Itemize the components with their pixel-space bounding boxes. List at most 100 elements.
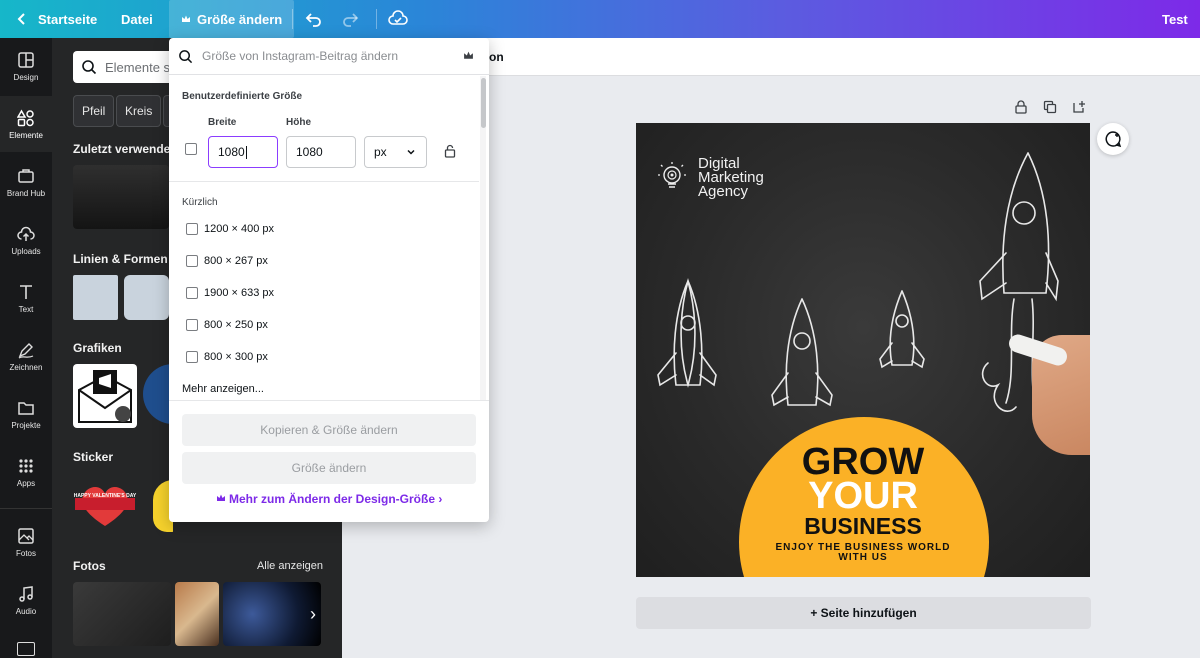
height-label: Höhe (286, 117, 311, 128)
rail-item-brand-hub[interactable]: Brand Hub (0, 154, 52, 210)
rail-item-apps[interactable]: Apps (0, 444, 52, 500)
tagline: ENJOY THE BUSINESS WORLD WITH US (775, 542, 951, 563)
headline-business: BUSINESS (804, 513, 922, 539)
separator (292, 9, 293, 29)
width-label: Breite (208, 117, 237, 128)
duplicate-icon (1043, 100, 1057, 114)
photo-team[interactable] (175, 582, 219, 646)
comment-plus-icon (1105, 131, 1122, 148)
graphic-envelope[interactable] (73, 364, 137, 428)
recent-size-item[interactable]: 800 × 300 px (186, 351, 268, 363)
resize-button[interactable]: Größe ändern (169, 0, 295, 38)
recent-size-item[interactable]: 1200 × 400 px (186, 223, 274, 235)
width-input[interactable]: 1080 (208, 136, 278, 168)
photos-show-all-link[interactable]: Alle anzeigen (257, 560, 323, 572)
valentine-sticker-icon (75, 487, 135, 526)
file-menu-button[interactable]: Datei (121, 0, 153, 38)
copy-and-resize-button[interactable]: Kopieren & Größe ändern (182, 414, 476, 446)
home-label: Startseite (38, 11, 98, 27)
left-rail: Design Elemente Brand Hub Uploads Text Z… (0, 38, 52, 658)
rail-label: Elemente (9, 130, 43, 140)
sticker-text: HAPPY VALENTINE'S DAY (73, 493, 137, 499)
add-comment-button[interactable] (1097, 123, 1129, 155)
dropdown-scrollbar-thumb[interactable] (481, 78, 486, 128)
add-page-button[interactable]: + Seite hinzufügen (636, 597, 1091, 629)
resize-search-input[interactable]: Größe von Instagram-Beitrag ändern (169, 38, 489, 75)
height-input[interactable]: 1080 (286, 136, 356, 168)
search-icon (179, 49, 193, 63)
user-name[interactable]: Test (1162, 0, 1188, 38)
lock-page-button[interactable] (1014, 100, 1028, 119)
dropdown-divider (169, 400, 489, 401)
rail-item-design[interactable]: Design (0, 38, 52, 94)
recent-thumbnail[interactable] (73, 165, 169, 229)
rail-label: Fotos (15, 548, 36, 558)
resize-label: Größe ändern (197, 11, 283, 27)
duplicate-page-button[interactable] (1043, 100, 1057, 119)
custom-size-checkbox[interactable] (185, 143, 197, 155)
shape-rounded-square[interactable] (124, 275, 169, 320)
shape-square[interactable] (73, 275, 118, 320)
add-page-icon-button[interactable] (1072, 100, 1086, 119)
shapes-icon (17, 109, 34, 126)
learn-more-resize-link[interactable]: Mehr zum Ändern der Design-Größe › (169, 492, 489, 506)
cloud-check-icon (388, 9, 408, 29)
rail-item-elements[interactable]: Elemente (0, 96, 52, 152)
checkbox[interactable] (186, 255, 198, 267)
rail-label: Design (13, 72, 39, 82)
checkbox[interactable] (186, 319, 198, 331)
top-bar: Startseite Datei Größe ändern Test (0, 0, 1200, 38)
rail-item-uploads[interactable]: Uploads (0, 212, 52, 268)
recent-size-item[interactable]: 800 × 250 px (186, 319, 268, 331)
redo-button[interactable] (340, 0, 360, 38)
checkbox[interactable] (186, 223, 198, 235)
add-page-icon (1073, 101, 1085, 113)
photos-heading: Fotos (73, 559, 106, 573)
photo-network[interactable] (223, 582, 321, 646)
chip-arrow[interactable]: Pfeil (73, 95, 115, 127)
crown-icon (216, 492, 229, 506)
envelope-icon (78, 370, 132, 423)
unit-select[interactable]: px (364, 136, 427, 168)
undo-button[interactable] (304, 0, 324, 38)
rail-label: Projekte (11, 420, 41, 430)
rail-item-photos[interactable]: Fotos (0, 514, 52, 570)
recent-size-item[interactable]: 1900 × 633 px (186, 287, 274, 299)
aspect-lock-button[interactable] (444, 144, 456, 163)
headline-your: YOUR (808, 475, 918, 517)
pen-icon (18, 342, 34, 359)
save-status-button[interactable] (388, 0, 408, 38)
video-icon[interactable] (17, 642, 35, 656)
rail-label: Audio (15, 606, 37, 616)
crown-icon (463, 50, 474, 64)
rail-item-draw[interactable]: Zeichnen (0, 328, 52, 384)
sticker-valentine[interactable]: HAPPY VALENTINE'S DAY (73, 480, 137, 530)
rail-label: Text (18, 304, 34, 314)
resize-dropdown: Größe von Instagram-Beitrag ändern Benut… (169, 38, 489, 522)
rail-item-projects[interactable]: Projekte (0, 386, 52, 442)
text-icon (20, 284, 32, 299)
chevron-right-icon[interactable]: › (310, 604, 330, 624)
recent-size-item[interactable]: 800 × 267 px (186, 255, 268, 267)
design-page[interactable]: Digital Marketing Agency GROW YOUR BUSIN… (636, 123, 1090, 577)
show-more-link[interactable]: Mehr anzeigen... (182, 383, 264, 395)
graphics-heading: Grafiken (73, 341, 122, 355)
search-placeholder: Elemente su (105, 59, 178, 75)
rail-item-audio[interactable]: Audio (0, 572, 52, 628)
dropdown-divider (169, 181, 479, 182)
recent-heading: Zuletzt verwendet (73, 142, 175, 156)
text-caret (245, 145, 247, 159)
checkbox[interactable] (186, 351, 198, 363)
chevron-down-icon (407, 149, 415, 155)
rail-item-text[interactable]: Text (0, 270, 52, 326)
resize-confirm-button[interactable]: Größe ändern (182, 452, 476, 484)
image-icon (18, 527, 34, 544)
cloud-upload-icon (17, 226, 35, 241)
photo-rockets[interactable] (73, 582, 171, 646)
checkbox[interactable] (186, 287, 198, 299)
home-button[interactable]: Startseite (12, 0, 97, 38)
redo-icon (340, 9, 360, 29)
chip-circle[interactable]: Kreis (116, 95, 162, 127)
rail-label: Brand Hub (6, 188, 46, 198)
rail-label: Uploads (11, 246, 41, 256)
